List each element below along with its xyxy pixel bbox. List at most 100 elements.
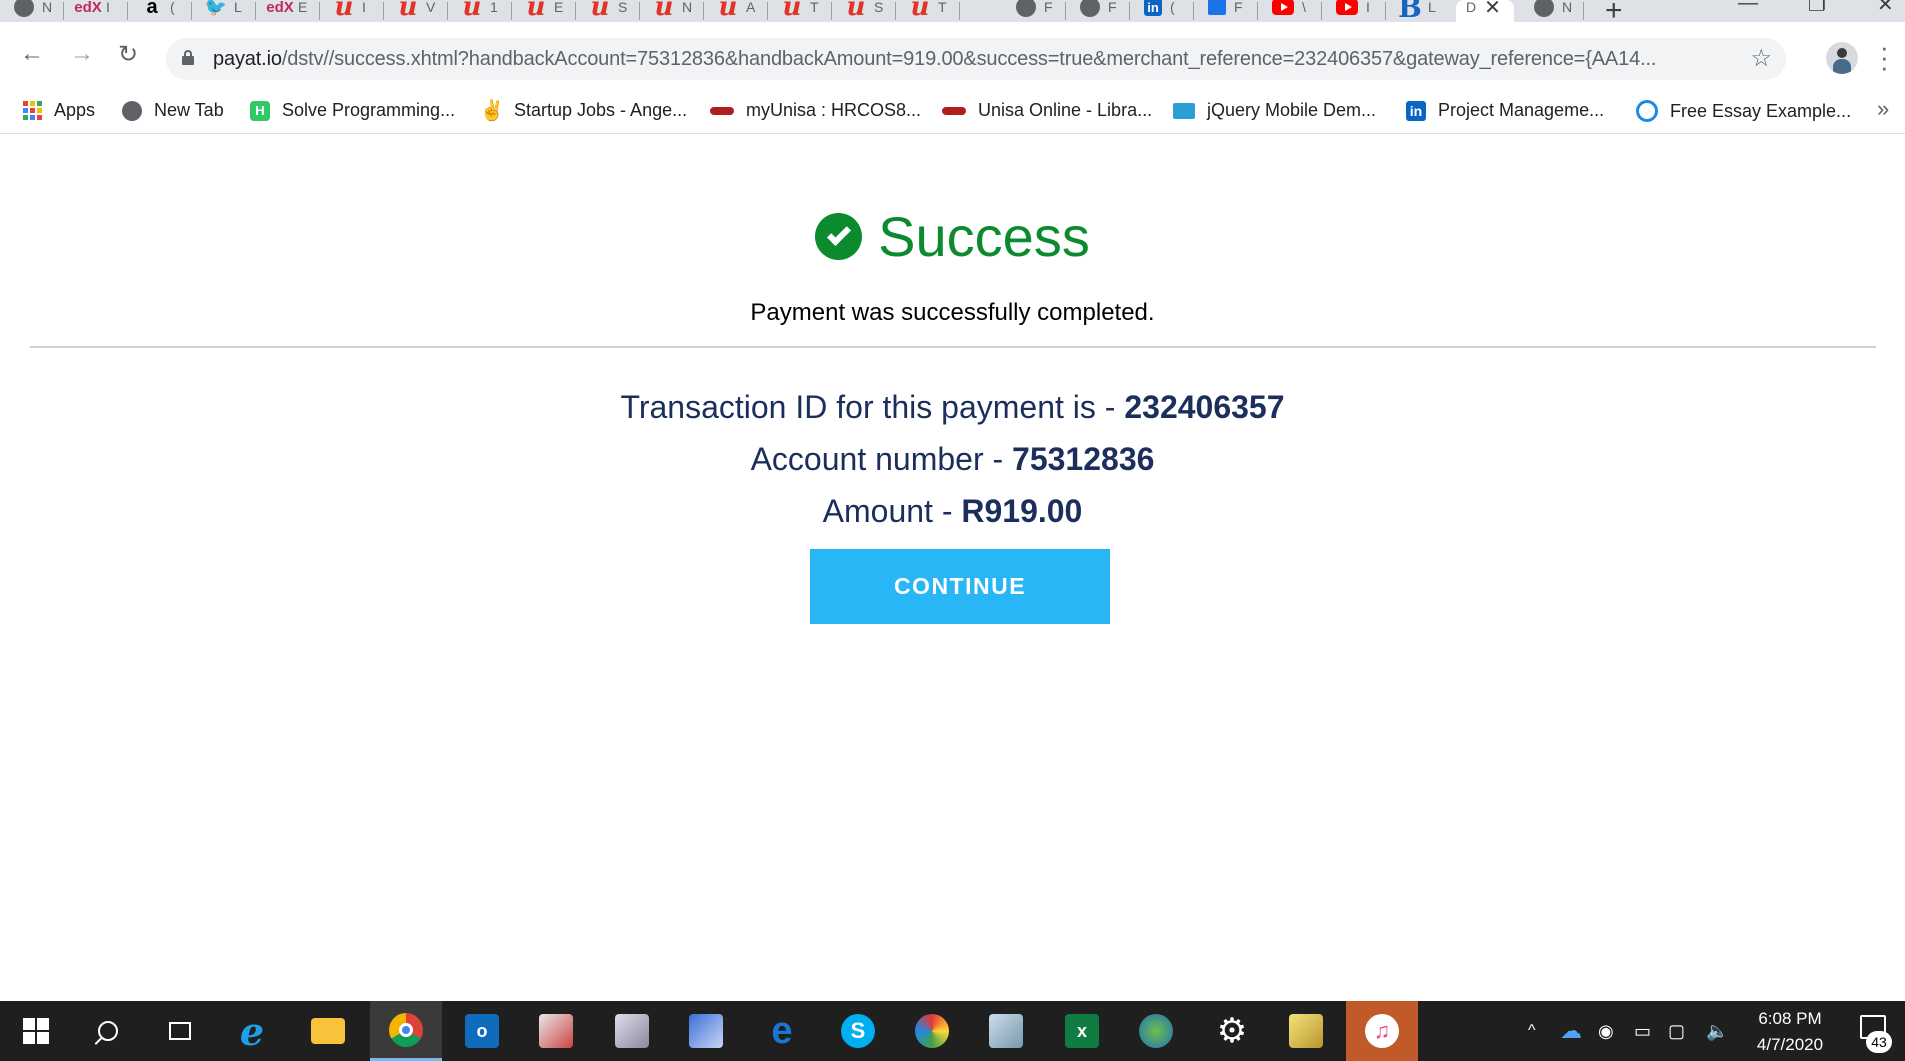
taskbar-settings[interactable]: ⚙	[1196, 1001, 1268, 1061]
vpn-tray[interactable]: ◉	[1598, 1001, 1614, 1061]
tab-20[interactable]: \	[1258, 0, 1322, 22]
taskbar-itunes[interactable]: ♫	[1346, 1001, 1418, 1061]
tab-13[interactable]: uT	[768, 0, 832, 22]
page-title: Success	[878, 205, 1090, 268]
tab-19[interactable]: F	[1194, 0, 1258, 22]
udemy-icon: u	[846, 0, 866, 22]
udemy-icon: u	[334, 0, 354, 22]
hackerrank-icon: H	[250, 100, 270, 121]
tab-10[interactable]: uS	[576, 0, 640, 22]
taskbar-clock[interactable]: 6:08 PM 4/7/2020	[1740, 1006, 1840, 1058]
taskbar-outlook[interactable]: o	[446, 1001, 518, 1061]
bing-icon: B	[1398, 0, 1422, 22]
browser-menu-icon[interactable]: · · ·	[1880, 34, 1889, 80]
taskbar-search-button[interactable]	[72, 1001, 144, 1061]
taskbar-snipping[interactable]	[520, 1001, 592, 1061]
taskbar-file-explorer[interactable]	[292, 1001, 364, 1061]
bookmark-apps[interactable]: Apps	[22, 100, 95, 121]
start-button[interactable]	[0, 1001, 72, 1061]
excel-icon: x	[1065, 1014, 1099, 1048]
skype-icon: S	[841, 1014, 875, 1048]
tab-9[interactable]: uE	[512, 0, 576, 22]
taskbar-edge[interactable]: e	[746, 1001, 818, 1061]
taskbar-remote-desktop[interactable]	[670, 1001, 742, 1061]
tab-active[interactable]: D ✕	[1456, 0, 1514, 22]
tab-18[interactable]: in(	[1130, 0, 1194, 22]
tab-5[interactable]: edX E	[256, 0, 320, 22]
tab-4[interactable]: 🐦 L	[192, 0, 256, 22]
tab-22[interactable]: BL	[1386, 0, 1450, 22]
back-button[interactable]: ←	[20, 40, 44, 68]
tab-15[interactable]: uT	[896, 0, 960, 22]
restore-button[interactable]: ❐	[1808, 0, 1826, 17]
cloud-icon: ☁	[1560, 1018, 1582, 1043]
globe-icon	[14, 0, 34, 17]
taskbar-ie[interactable]: e	[216, 1001, 288, 1061]
udemy-icon: u	[718, 0, 738, 22]
task-view-button[interactable]	[144, 1001, 216, 1061]
tab-11[interactable]: uN	[640, 0, 704, 22]
bookmark-star-icon[interactable]: ☆	[1750, 44, 1772, 73]
taskbar-skype[interactable]: S	[822, 1001, 894, 1061]
tab-24[interactable]: N	[1520, 0, 1584, 22]
profile-avatar[interactable]	[1826, 42, 1858, 74]
sticky-app-icon	[1289, 1014, 1323, 1048]
notes-icon	[989, 1014, 1023, 1048]
status-message: Payment was successfully completed.	[750, 299, 1155, 326]
taskbar-excel[interactable]: x	[1046, 1001, 1118, 1061]
tab-14[interactable]: uS	[832, 0, 896, 22]
onedrive-tray[interactable]: ☁	[1560, 1001, 1582, 1061]
reload-button[interactable]: ↻	[118, 40, 138, 69]
udemy-icon: u	[910, 0, 930, 22]
bookmark-new-tab[interactable]: New Tab	[122, 100, 224, 121]
tab-7[interactable]: uV	[384, 0, 448, 22]
edge-icon: e	[771, 1009, 793, 1052]
tab-1[interactable]: N	[0, 0, 64, 22]
udemy-icon: u	[398, 0, 418, 22]
show-hidden-icons[interactable]: ^	[1528, 1001, 1536, 1061]
new-tab-button[interactable]: +	[1605, 0, 1623, 22]
close-tab-icon[interactable]: ✕	[1484, 0, 1501, 20]
bookmark-free-essay[interactable]: Free Essay Example...	[1636, 100, 1851, 122]
continue-button[interactable]: CONTINUE	[810, 549, 1110, 624]
minimize-button[interactable]: —	[1738, 0, 1758, 15]
tab-8[interactable]: u1	[448, 0, 512, 22]
battery-tray[interactable]: ▭	[1634, 1001, 1651, 1061]
file-explorer-icon	[311, 1018, 345, 1044]
close-window-button[interactable]: ✕	[1877, 0, 1894, 17]
bookmark-startup-jobs[interactable]: ✌ Startup Jobs - Ange...	[480, 100, 688, 122]
itunes-icon: ♫	[1365, 1014, 1399, 1048]
globe-app-icon	[1139, 1014, 1173, 1048]
taskbar-chrome[interactable]	[370, 1001, 442, 1061]
tab-6[interactable]: uI	[320, 0, 384, 22]
address-bar[interactable]: payat.io/dstv//success.xhtml?handbackAcc…	[166, 38, 1786, 80]
bookmark-solve-programming[interactable]: H Solve Programming...	[250, 100, 455, 121]
tab-12[interactable]: uA	[704, 0, 768, 22]
bookmark-myunisa[interactable]: myUnisa : HRCOS8...	[710, 100, 921, 121]
network-icon	[615, 1014, 649, 1048]
youtube-icon	[1336, 0, 1358, 15]
page-content: Success Payment was successfully complet…	[0, 134, 1905, 1001]
tab-2[interactable]: edX I	[64, 0, 128, 22]
more-bookmarks-button[interactable]: »	[1877, 96, 1889, 122]
tab-16[interactable]: F	[1002, 0, 1066, 22]
edx-icon: edX	[266, 0, 294, 16]
taskbar-notes-app[interactable]	[970, 1001, 1042, 1061]
edx-icon: edX	[74, 0, 102, 16]
forward-button[interactable]: →	[70, 40, 94, 68]
tab-3[interactable]: a(	[128, 0, 192, 22]
taskbar-globe-app[interactable]	[1120, 1001, 1192, 1061]
tab-21[interactable]: I	[1322, 0, 1386, 22]
unisa-icon	[710, 106, 734, 115]
udemy-icon: u	[654, 0, 674, 22]
taskbar-network-app[interactable]	[596, 1001, 668, 1061]
taskbar-sticky-app[interactable]	[1270, 1001, 1342, 1061]
taskbar-colorful-app[interactable]	[896, 1001, 968, 1061]
bookmark-jquery-mobile[interactable]: jQuery Mobile Dem...	[1173, 100, 1376, 121]
bookmark-project-management[interactable]: in Project Manageme...	[1406, 100, 1604, 121]
url-text[interactable]: payat.io/dstv//success.xhtml?handbackAcc…	[213, 48, 1656, 71]
wifi-tray[interactable]: ▢	[1668, 1001, 1685, 1061]
tab-17[interactable]: F	[1066, 0, 1130, 22]
volume-tray[interactable]: 🔈	[1706, 1001, 1728, 1061]
bookmark-unisa-online[interactable]: Unisa Online - Libra...	[942, 100, 1152, 121]
